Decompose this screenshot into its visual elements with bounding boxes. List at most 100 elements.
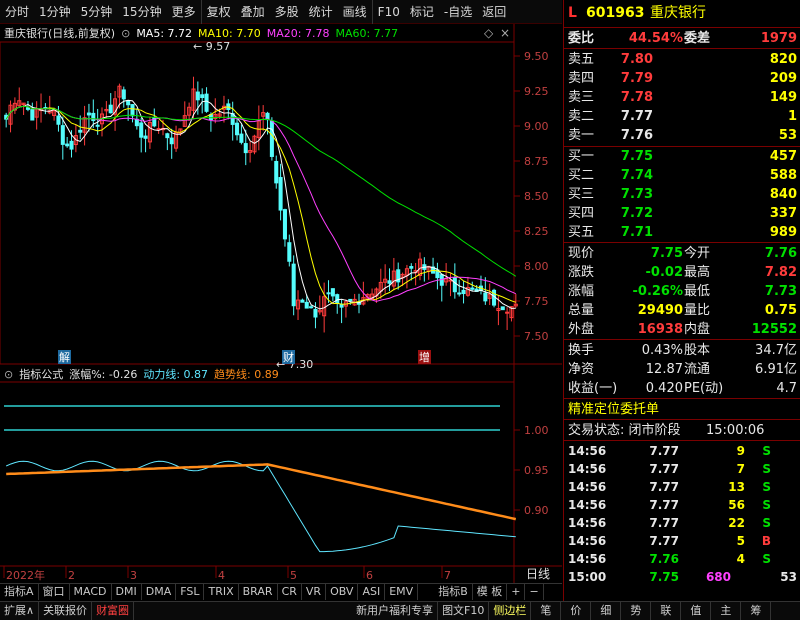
toolbar-item[interactable]: 复权 [200, 0, 236, 24]
candle [278, 177, 283, 211]
period-label[interactable]: 日线 [514, 566, 562, 583]
close-icon[interactable]: × [500, 26, 510, 40]
toolbar-item[interactable]: 多股 [270, 0, 304, 24]
candle [95, 124, 100, 127]
event-marker[interactable]: 增 [419, 350, 430, 364]
candle [291, 263, 296, 307]
indicator-tab[interactable]: − [525, 584, 544, 600]
candle [134, 118, 139, 127]
precise-order-row[interactable]: 精准定位委托单 [564, 400, 800, 419]
toolbar-item[interactable]: F10 [371, 0, 405, 24]
candle [304, 301, 309, 309]
indicator-tab[interactable]: 指标B [434, 584, 473, 600]
toolbar-item[interactable]: 15分钟 [117, 0, 166, 24]
indicator-tab[interactable]: CR [278, 584, 302, 600]
indicator-tab[interactable]: 窗口 [39, 584, 70, 600]
status-bar-item[interactable]: 图文F10 [438, 602, 490, 620]
indicator-tab[interactable]: FSL [176, 584, 205, 600]
tick-time: 14:56 [568, 534, 607, 548]
status-bar-item[interactable]: 势 [621, 602, 652, 620]
toolbar-item[interactable]: -自选 [439, 0, 477, 24]
candle [165, 133, 170, 139]
kline-chart[interactable]: 9.50 9.25 9.00 8.75 8.50 8.25 8.00 7.75 7.50 1.0… [0, 24, 562, 584]
indicator-tab[interactable]: OBV [326, 584, 359, 600]
status-bar-item[interactable]: 细 [591, 602, 622, 620]
event-marker[interactable]: 解 [59, 350, 70, 364]
stat-row: 净资 12.87 流通 6.91亿 [564, 360, 800, 379]
stat-label: 总量 [568, 303, 595, 318]
dongli-line [5, 460, 516, 553]
candle [91, 112, 96, 122]
indicator-tab[interactable]: EMV [385, 584, 419, 600]
indicator-tab[interactable]: TRIX [204, 584, 239, 600]
candle [282, 209, 287, 240]
tick-side: S [762, 462, 771, 476]
toolbar-item[interactable]: 1分钟 [34, 0, 76, 24]
tick-side: S [762, 444, 771, 458]
toolbar-item[interactable]: 统计 [304, 0, 338, 24]
tick-row: 14:56 7.77 9 S [564, 442, 800, 460]
bid-volume: 989 [769, 225, 797, 240]
status-bar-item[interactable]: 新用户福利专享 [352, 602, 439, 620]
toolbar-item[interactable]: 叠加 [236, 0, 270, 24]
status-bar-item[interactable]: 笔 [531, 602, 562, 620]
indicator-tab[interactable]: 模 板 [473, 584, 508, 600]
status-bar-item[interactable]: 联 [651, 602, 682, 620]
toolbar-item[interactable]: 更多 [167, 0, 201, 24]
candle [56, 115, 61, 125]
x-tick-label: 7 [444, 569, 451, 582]
zhangfu-label: 涨幅%: -0.26 [69, 368, 138, 381]
tick-row: 14:56 7.77 7 S [564, 460, 800, 478]
ma5-label: MA5: 7.72 [136, 26, 193, 40]
indicator-tab[interactable]: 指标A [0, 584, 39, 600]
candle [139, 122, 144, 138]
divider [564, 398, 800, 399]
qushi-label: 趋势线: 0.89 [214, 368, 279, 381]
stat-label: 现价 [568, 246, 595, 261]
status-bar-item[interactable]: 关联报价 [39, 602, 93, 620]
settings-icon[interactable]: ⊙ [121, 27, 130, 40]
indicator-tab[interactable]: ASI [358, 584, 386, 600]
toolbar-item[interactable]: 标记 [405, 0, 439, 24]
stat-value: 0.420 [645, 381, 683, 396]
candle [126, 100, 131, 106]
indicator-settings-icon[interactable]: ⊙ [4, 368, 13, 381]
candle [108, 104, 113, 114]
indicator-tab[interactable]: DMI [112, 584, 142, 600]
candle [130, 104, 135, 117]
status-bar-item[interactable]: 筹 [741, 602, 772, 620]
tick-volume: 680 [705, 570, 731, 584]
chart-header: 重庆银行(日线,前复权) ⊙ MA5: 7.72 MA10: 7.70 MA20… [4, 24, 398, 42]
toolbar-item[interactable]: 5分钟 [76, 0, 118, 24]
status-bar-item[interactable]: 价 [561, 602, 592, 620]
ask-volume: 53 [778, 128, 797, 143]
candle [500, 306, 505, 311]
indicator-tab[interactable]: MACD [70, 584, 112, 600]
candle [326, 292, 331, 295]
tick-volume: 5 [736, 534, 745, 548]
level-icon: L [568, 5, 577, 21]
toggle-icon[interactable]: ◇ [484, 26, 493, 40]
indicator-tab[interactable]: BRAR [239, 584, 278, 600]
indicator-tab[interactable]: + [507, 584, 526, 600]
candle [300, 299, 305, 303]
indicator-tab[interactable]: VR [302, 584, 327, 600]
candle [239, 133, 244, 143]
candle [65, 143, 70, 147]
status-bar-item[interactable]: 侧边栏 [489, 602, 532, 620]
candle [204, 93, 209, 112]
status-bar-item[interactable]: 扩展∧ [0, 602, 40, 620]
ask-row: 卖二 7.77 1 [564, 107, 800, 126]
status-bar-item[interactable]: 主 [711, 602, 742, 620]
event-marker[interactable]: 财 [283, 350, 294, 364]
status-bar-item[interactable]: 财富圈 [92, 602, 135, 620]
toolbar-item[interactable]: 返回 [477, 0, 511, 24]
toolbar-item[interactable]: 画线 [338, 0, 372, 24]
status-bar-item[interactable]: 值 [681, 602, 712, 620]
tick-time: 14:56 [568, 516, 607, 530]
bid-row: 买三 7.73 840 [564, 185, 800, 204]
indicator-name[interactable]: 指标公式 [19, 366, 63, 382]
ma20-label: MA20: 7.78 [266, 26, 330, 40]
toolbar-item[interactable]: 分时 [0, 0, 34, 24]
indicator-tab[interactable]: DMA [142, 584, 177, 600]
